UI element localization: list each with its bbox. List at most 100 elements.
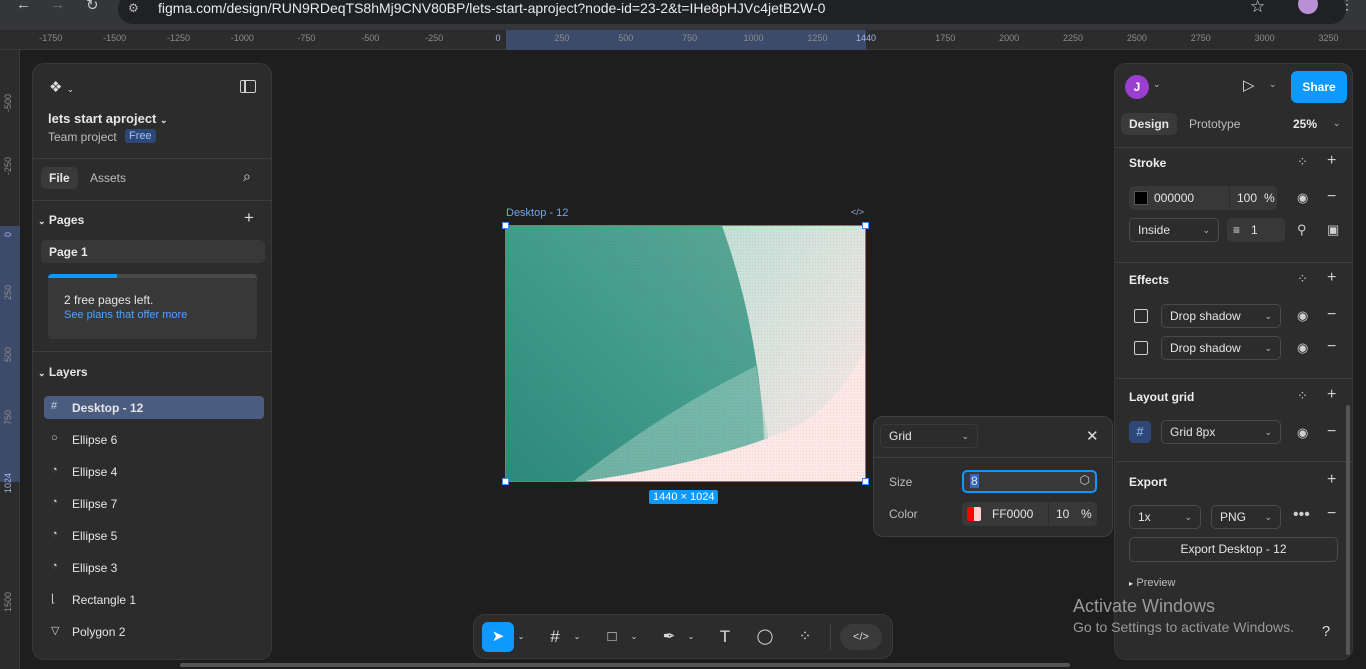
eye-icon[interactable]: ◉ — [1297, 340, 1308, 356]
color-swatch[interactable] — [967, 507, 981, 521]
page-item[interactable]: Page 1 — [41, 240, 265, 263]
eye-icon[interactable]: ◉ — [1297, 308, 1308, 324]
variable-icon[interactable]: ⬡ — [1080, 473, 1090, 487]
frame-tool-icon[interactable]: # — [542, 622, 568, 652]
actions-tool-icon[interactable]: ⁘ — [792, 622, 818, 652]
more-options-icon[interactable]: ••• — [1293, 506, 1310, 524]
export-button[interactable]: Export Desktop - 12 — [1129, 537, 1338, 562]
stroke-settings-icon[interactable]: ⚲ — [1297, 222, 1307, 238]
eye-icon[interactable]: ◉ — [1297, 425, 1308, 441]
vertical-scrollbar[interactable] — [1346, 405, 1350, 655]
comment-tool-icon[interactable]: ◯ — [752, 622, 778, 652]
chevron-down-icon[interactable]: ⌄ — [516, 622, 526, 652]
desktop-frame[interactable] — [505, 225, 866, 482]
dev-mode-toggle[interactable]: </> — [840, 624, 882, 650]
search-icon[interactable]: ⌕ — [243, 168, 251, 185]
layer-item[interactable]: ⌊ Rectangle 1 — [44, 588, 264, 611]
remove-export-icon[interactable]: − — [1327, 505, 1336, 523]
layer-item[interactable]: # Desktop - 12 — [44, 396, 264, 419]
grid-preset-select[interactable]: Grid 8px ⌄ — [1161, 420, 1281, 444]
pen-tool-icon[interactable]: ✒ — [656, 622, 682, 652]
size-input[interactable]: 8 ⬡ — [962, 470, 1097, 493]
shape-tool-icon[interactable]: □ — [599, 622, 625, 652]
grid-settings-icon[interactable]: # — [1129, 421, 1151, 443]
add-stroke-icon[interactable]: + — [1327, 152, 1336, 170]
chevron-down-icon[interactable]: ⌄ — [572, 622, 582, 652]
style-grid-icon[interactable]: ⁘ — [1297, 271, 1308, 287]
chevron-down-icon[interactable]: ⌄ — [629, 622, 639, 652]
remove-grid-icon[interactable]: − — [1327, 423, 1336, 441]
figma-menu-icon[interactable]: ❖ ⌄ — [49, 78, 74, 96]
resize-handle[interactable] — [502, 478, 509, 485]
export-scale-select[interactable]: 1x ⌄ — [1129, 505, 1201, 529]
bookmark-star-icon[interactable]: ☆ — [1250, 0, 1265, 17]
dev-mode-icon[interactable]: </> — [851, 207, 864, 217]
chevron-down-icon[interactable]: ⌄ — [1153, 79, 1161, 90]
tab-prototype[interactable]: Prototype — [1189, 117, 1240, 131]
add-export-icon[interactable]: + — [1327, 471, 1336, 489]
layers-header[interactable]: ⌄ Layers — [38, 365, 88, 379]
project-name[interactable]: lets start aproject ⌄ — [48, 111, 168, 126]
close-icon[interactable]: ✕ — [1086, 427, 1099, 445]
effect-type-select[interactable]: Drop shadow ⌄ — [1161, 336, 1281, 360]
forward-icon[interactable]: → — [50, 0, 65, 13]
text-tool-icon[interactable]: T — [712, 622, 738, 652]
resize-handle[interactable] — [862, 222, 869, 229]
stroke-opacity[interactable]: 100 — [1237, 186, 1257, 210]
layer-item[interactable]: ▽ Polygon 2 — [44, 620, 264, 643]
url-text[interactable]: figma.com/design/RUN9RDeqTS8hMj9CNV80BP/… — [158, 0, 825, 16]
layer-item[interactable]: ◔ Ellipse 5 — [44, 524, 264, 547]
stroke-weight-value[interactable]: 1 — [1251, 218, 1258, 242]
site-settings-icon[interactable]: ⚙ — [128, 1, 139, 15]
add-effect-icon[interactable]: + — [1327, 269, 1336, 287]
style-grid-icon[interactable]: ⁘ — [1297, 154, 1308, 170]
grid-color-field[interactable]: FF0000 10 % — [962, 502, 1097, 526]
user-avatar[interactable]: J — [1125, 75, 1149, 99]
resize-handle[interactable] — [862, 478, 869, 485]
help-button[interactable]: ? — [1312, 618, 1340, 646]
layer-item[interactable]: ◔ Ellipse 3 — [44, 556, 264, 579]
remove-effect-icon[interactable]: − — [1327, 306, 1336, 324]
toggle-sidebar-icon[interactable] — [240, 80, 256, 93]
layer-item[interactable]: ○ Ellipse 6 — [44, 428, 264, 451]
individual-strokes-icon[interactable]: ▣ — [1327, 222, 1339, 238]
color-swatch[interactable] — [1134, 191, 1148, 205]
reload-icon[interactable]: ↻ — [86, 0, 99, 14]
effect-toggle-checkbox[interactable] — [1134, 341, 1148, 355]
export-format-select[interactable]: PNG ⌄ — [1211, 505, 1281, 529]
chevron-down-icon[interactable]: ⌄ — [1269, 79, 1277, 90]
zoom-level[interactable]: 25% — [1293, 117, 1317, 131]
browser-menu-icon[interactable]: ⋮ — [1340, 0, 1354, 13]
layer-item[interactable]: ◔ Ellipse 4 — [44, 460, 264, 483]
stroke-color-field[interactable]: 000000 100 % — [1129, 186, 1277, 210]
back-icon[interactable]: ← — [16, 0, 31, 13]
eye-icon[interactable]: ◉ — [1297, 190, 1308, 206]
chevron-down-icon[interactable]: ⌄ — [686, 622, 696, 652]
tab-design[interactable]: Design — [1121, 113, 1178, 135]
remove-stroke-icon[interactable]: − — [1327, 188, 1336, 206]
preview-toggle[interactable]: ▸ Preview — [1129, 575, 1175, 589]
stroke-hex[interactable]: 000000 — [1154, 186, 1194, 210]
color-opacity[interactable]: 10 — [1056, 502, 1069, 526]
promo-link[interactable]: See plans that offer more — [64, 309, 187, 321]
add-page-icon[interactable]: + — [244, 208, 254, 228]
tab-file[interactable]: File — [41, 167, 78, 189]
add-grid-icon[interactable]: + — [1327, 386, 1336, 404]
frame-label[interactable]: Desktop - 12 — [506, 207, 568, 219]
stroke-position-select[interactable]: Inside ⌄ — [1129, 218, 1219, 242]
style-grid-icon[interactable]: ⁘ — [1297, 388, 1308, 404]
layer-item[interactable]: ◔ Ellipse 7 — [44, 492, 264, 515]
remove-effect-icon[interactable]: − — [1327, 338, 1336, 356]
effect-type-select[interactable]: Drop shadow ⌄ — [1161, 304, 1281, 328]
color-hex[interactable]: FF0000 — [992, 502, 1033, 526]
stroke-weight-field[interactable]: ≡ 1 — [1227, 218, 1285, 242]
effect-toggle-checkbox[interactable] — [1134, 309, 1148, 323]
share-button[interactable]: Share — [1291, 71, 1347, 103]
grid-type-select[interactable]: Grid ⌄ — [880, 424, 978, 448]
move-tool-icon[interactable]: ➤ — [482, 622, 514, 652]
resize-handle[interactable] — [502, 222, 509, 229]
horizontal-scrollbar[interactable] — [180, 663, 1070, 667]
present-play-icon[interactable]: ▷ — [1243, 76, 1255, 94]
pages-header[interactable]: ⌄ Pages — [38, 213, 84, 227]
chevron-down-icon[interactable]: ⌄ — [1333, 118, 1341, 129]
